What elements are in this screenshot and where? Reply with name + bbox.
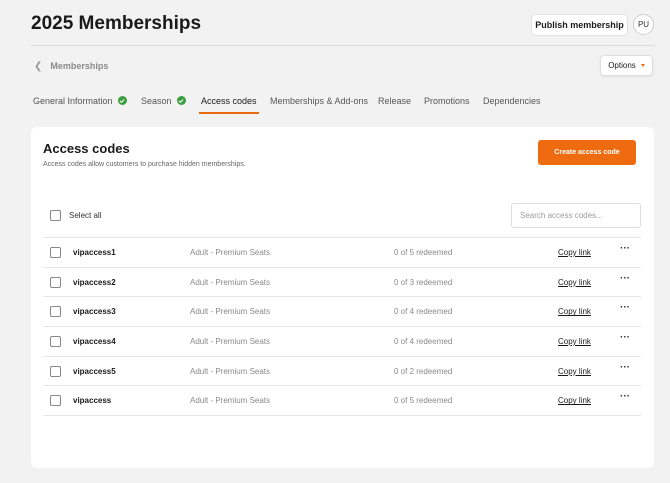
check-circle-icon xyxy=(117,96,127,105)
chevron-left-icon: ❮ xyxy=(34,60,43,72)
access-code-name: vipaccess5 xyxy=(73,366,116,376)
tab-promotions[interactable]: Promotions xyxy=(424,92,470,114)
copy-link-button[interactable]: Copy link xyxy=(558,307,591,316)
access-code-name: vipaccess3 xyxy=(73,307,116,317)
more-options-icon[interactable]: ··· xyxy=(620,243,630,254)
create-access-code-button[interactable]: Create access code xyxy=(538,140,636,165)
membership-tier: Adult - Premium Seats xyxy=(190,366,271,376)
redeemed-count: 0 of 5 redeemed xyxy=(394,396,453,406)
more-options-icon[interactable]: ··· xyxy=(620,302,630,313)
select-all-label[interactable]: Select all xyxy=(69,211,101,220)
header-divider xyxy=(31,45,655,46)
card-title: Access codes xyxy=(43,141,130,156)
row-checkbox[interactable] xyxy=(50,247,61,258)
tab-label: Dependencies xyxy=(483,96,541,106)
tab-label: Memberships & Add-ons xyxy=(270,96,369,106)
membership-tier: Adult - Premium Seats xyxy=(190,248,271,257)
tab-label: Access codes xyxy=(201,96,257,106)
access-code-name: vipaccess1 xyxy=(73,248,116,257)
row-checkbox[interactable] xyxy=(50,336,61,348)
tab-memberships-add-ons[interactable]: Memberships & Add-ons xyxy=(270,92,368,114)
tab-label: Season xyxy=(141,96,172,106)
access-code-name: vipaccess xyxy=(73,396,112,406)
more-options-icon[interactable]: ··· xyxy=(620,362,630,373)
table-row: vipaccess Adult - Premium Seats 0 of 5 r… xyxy=(43,386,641,417)
copy-link-button[interactable]: Copy link xyxy=(558,248,591,257)
access-code-name: vipaccess2 xyxy=(73,277,116,287)
tab-general-information[interactable]: General Information xyxy=(33,92,127,114)
membership-tier: Adult - Premium Seats xyxy=(190,307,271,317)
tab-label: Release xyxy=(378,96,412,106)
row-checkbox[interactable] xyxy=(50,395,61,407)
options-label: Options xyxy=(608,61,636,70)
membership-tier: Adult - Premium Seats xyxy=(190,277,271,287)
card-subtitle: Access codes allow customers to purchase… xyxy=(43,161,246,168)
redeemed-count: 0 of 4 redeemed xyxy=(394,337,453,347)
row-checkbox[interactable] xyxy=(50,365,61,377)
table-row: vipaccess2 Adult - Premium Seats 0 of 3 … xyxy=(43,268,641,298)
row-checkbox[interactable] xyxy=(50,276,61,288)
copy-link-button[interactable]: Copy link xyxy=(558,367,591,376)
caret-down-icon xyxy=(640,64,645,67)
copy-link-button[interactable]: Copy link xyxy=(558,337,591,346)
copy-link-button[interactable]: Copy link xyxy=(558,396,591,405)
redeemed-count: 0 of 5 redeemed xyxy=(394,248,453,257)
access-codes-card: Access codes Access codes allow customer… xyxy=(31,127,654,468)
redeemed-count: 0 of 4 redeemed xyxy=(394,307,453,317)
table-row: vipaccess4 Adult - Premium Seats 0 of 4 … xyxy=(43,327,641,357)
access-code-list: vipaccess1 Adult - Premium Seats 0 of 5 … xyxy=(43,238,641,417)
page-title: 2025 Memberships xyxy=(31,13,202,34)
tab-label: Promotions xyxy=(424,96,470,106)
more-options-icon[interactable]: ··· xyxy=(620,332,630,343)
user-avatar[interactable]: PU xyxy=(633,14,654,35)
select-all-checkbox[interactable] xyxy=(50,210,61,221)
tab-dependencies[interactable]: Dependencies xyxy=(483,92,541,114)
options-dropdown[interactable]: Options xyxy=(600,55,653,76)
copy-link-button[interactable]: Copy link xyxy=(558,278,591,287)
tab-label: General Information xyxy=(33,96,113,106)
table-row: vipaccess5 Adult - Premium Seats 0 of 2 … xyxy=(43,357,641,387)
table-row: vipaccess1 Adult - Premium Seats 0 of 5 … xyxy=(43,238,641,268)
more-options-icon[interactable]: ··· xyxy=(620,391,630,402)
select-all-row: Select all xyxy=(43,202,641,238)
membership-tier: Adult - Premium Seats xyxy=(190,337,271,347)
row-checkbox[interactable] xyxy=(50,306,61,318)
publish-membership-button[interactable]: Publish membership xyxy=(531,14,628,36)
tab-season[interactable]: Season xyxy=(141,92,186,114)
redeemed-count: 0 of 2 redeemed xyxy=(394,366,453,376)
membership-tier: Adult - Premium Seats xyxy=(190,396,271,406)
check-circle-icon xyxy=(176,96,186,105)
back-link[interactable]: ❮ Memberships xyxy=(34,60,108,72)
back-link-label: Memberships xyxy=(50,61,109,71)
more-options-icon[interactable]: ··· xyxy=(620,273,630,284)
tab-release[interactable]: Release xyxy=(378,92,411,114)
table-row: vipaccess3 Adult - Premium Seats 0 of 4 … xyxy=(43,297,641,328)
redeemed-count: 0 of 3 redeemed xyxy=(394,277,453,287)
search-input[interactable] xyxy=(511,203,641,228)
tab-access-codes[interactable]: Access codes xyxy=(199,92,259,114)
access-code-name: vipaccess4 xyxy=(73,337,116,347)
